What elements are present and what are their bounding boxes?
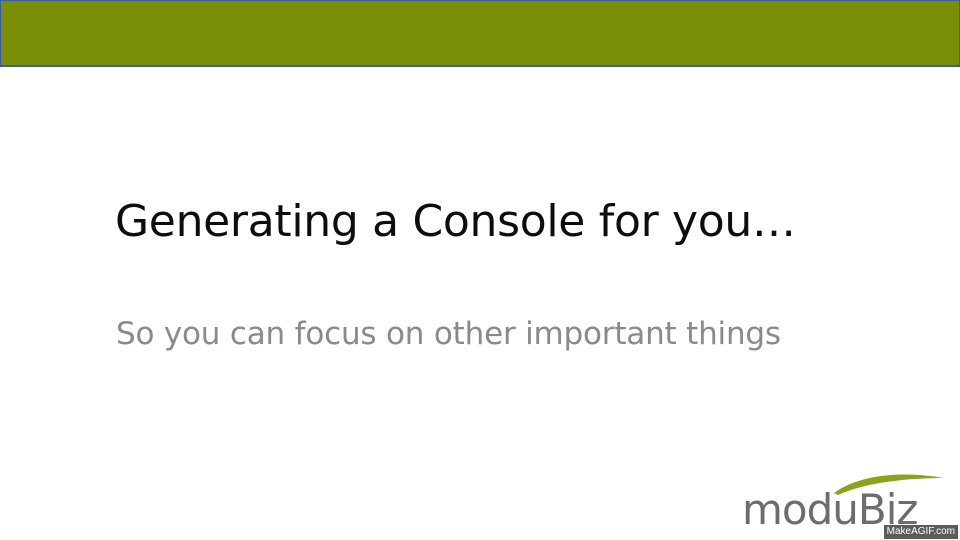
slide-title: Generating a Console for you… <box>115 196 796 247</box>
makeagif-watermark: MakeAGIF.com <box>883 525 958 539</box>
header-bar <box>0 0 960 67</box>
slide: Generating a Console for you… So you can… <box>0 0 960 540</box>
slide-subtitle: So you can focus on other important thin… <box>116 316 781 352</box>
modubiz-logo: moduBiz <box>742 474 944 530</box>
logo-text: moduBiz <box>742 485 917 530</box>
